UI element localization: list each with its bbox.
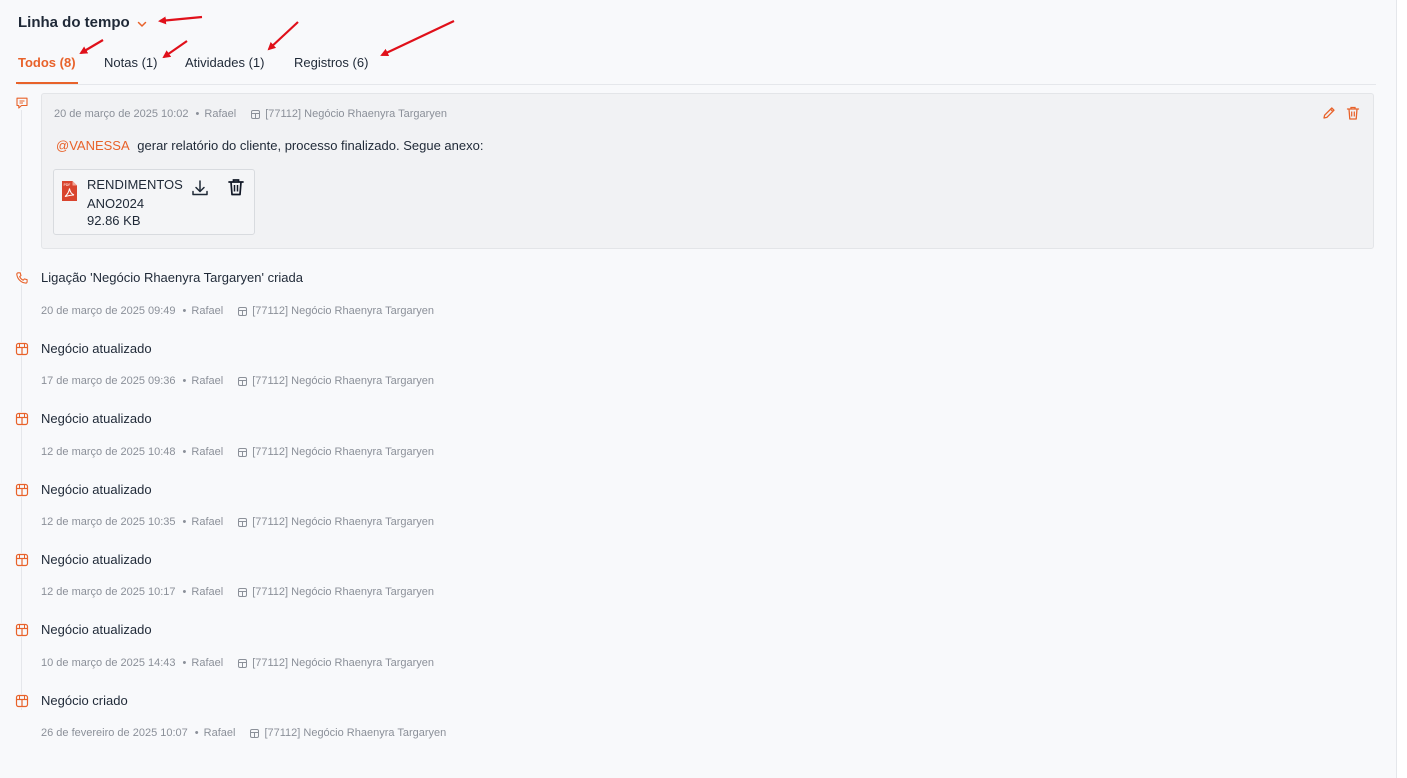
event-meta: 20 de março de 2025 09:49 • Rafael [7711… [41,305,435,317]
tab-todos[interactable]: Todos (8) [16,54,78,84]
event-meta: 12 de março de 2025 10:48 • Rafael [7711… [41,446,435,458]
deal-icon [15,623,29,637]
event-title: Ligação 'Negócio Rhaenyra Targaryen' cri… [41,270,303,285]
delete-note-button[interactable] [1345,105,1361,121]
delete-attachment-icon[interactable] [226,177,246,197]
deal-icon [250,109,261,120]
event-meta: 12 de março de 2025 10:17 • Rafael [7711… [41,586,435,598]
annotation-arrow [380,20,455,57]
tabs-divider [18,84,1376,85]
event-title: Negócio atualizado [41,411,152,426]
annotation-arrow [79,39,104,55]
chevron-down-icon[interactable] [136,17,148,29]
timeline-header[interactable]: Linha do tempo [18,14,148,31]
page-title: Linha do tempo [18,14,130,31]
note-date: 20 de março de 2025 10:02 [54,108,189,120]
attachment-size: 92.86 KB [87,213,141,228]
attachment-name: RENDIMENTOS ANO2024 [87,177,183,211]
deal-link[interactable]: [77112] Negócio Rhaenyra Targaryen [252,305,434,317]
deal-link[interactable]: [77112] Negócio Rhaenyra Targaryen [252,516,434,528]
deal-icon [237,376,248,387]
mention-link[interactable]: @VANESSA [56,138,130,153]
deal-link[interactable]: [77112] Negócio Rhaenyra Targaryen [252,586,434,598]
timeline-track [21,110,22,710]
note-deal-link[interactable]: [77112] Negócio Rhaenyra Targaryen [265,108,447,120]
annotation-arrow [158,15,203,25]
event-meta: 10 de março de 2025 14:43 • Rafael [7711… [41,657,435,669]
event-title: Negócio atualizado [41,552,152,567]
deal-icon [15,553,29,567]
event-title: Negócio criado [41,693,128,708]
deal-icon [15,412,29,426]
note-card: 20 de março de 2025 10:02 • Rafael [7711… [41,93,1374,249]
deal-icon [15,342,29,356]
event-title: Negócio atualizado [41,622,152,637]
tab-atividades[interactable]: Atividades (1) [185,54,264,84]
deal-link[interactable]: [77112] Negócio Rhaenyra Targaryen [264,727,446,739]
tab-registros[interactable]: Registros (6) [294,54,368,84]
annotation-arrow [267,21,299,51]
deal-icon [237,517,248,528]
event-meta: 12 de março de 2025 10:35 • Rafael [7711… [41,516,435,528]
attachment-card[interactable]: PDF RENDIMENTOS ANO2024 92.86 KB [53,169,255,235]
edit-note-button[interactable] [1321,105,1337,121]
note-actions [1321,105,1361,121]
note-meta: 20 de março de 2025 10:02 • Rafael [7711… [54,108,448,120]
download-icon[interactable] [190,178,210,198]
event-title: Negócio atualizado [41,482,152,497]
deal-icon [237,658,248,669]
pdf-file-icon: PDF [61,180,78,202]
deal-icon [15,483,29,497]
deal-icon [15,694,29,708]
event-meta: 17 de março de 2025 09:36 • Rafael [7711… [41,375,435,387]
deal-icon [237,587,248,598]
deal-icon [237,306,248,317]
note-icon [15,96,29,110]
deal-link[interactable]: [77112] Negócio Rhaenyra Targaryen [252,657,434,669]
note-message: gerar relatório do cliente, processo fin… [137,138,484,153]
event-title: Negócio atualizado [41,341,152,356]
note-author: Rafael [204,108,237,120]
event-meta: 26 de fevereiro de 2025 10:07 • Rafael [… [41,727,447,739]
deal-link[interactable]: [77112] Negócio Rhaenyra Targaryen [252,375,434,387]
deal-link[interactable]: [77112] Negócio Rhaenyra Targaryen [252,446,434,458]
panel-edge [1397,0,1407,778]
deal-icon [237,447,248,458]
svg-text:PDF: PDF [64,183,71,187]
tab-notas[interactable]: Notas (1) [104,54,157,84]
deal-icon [249,728,260,739]
phone-icon [15,271,29,285]
annotation-arrow [162,40,188,59]
note-text: @VANESSA gerar relatório do cliente, pro… [56,138,483,153]
